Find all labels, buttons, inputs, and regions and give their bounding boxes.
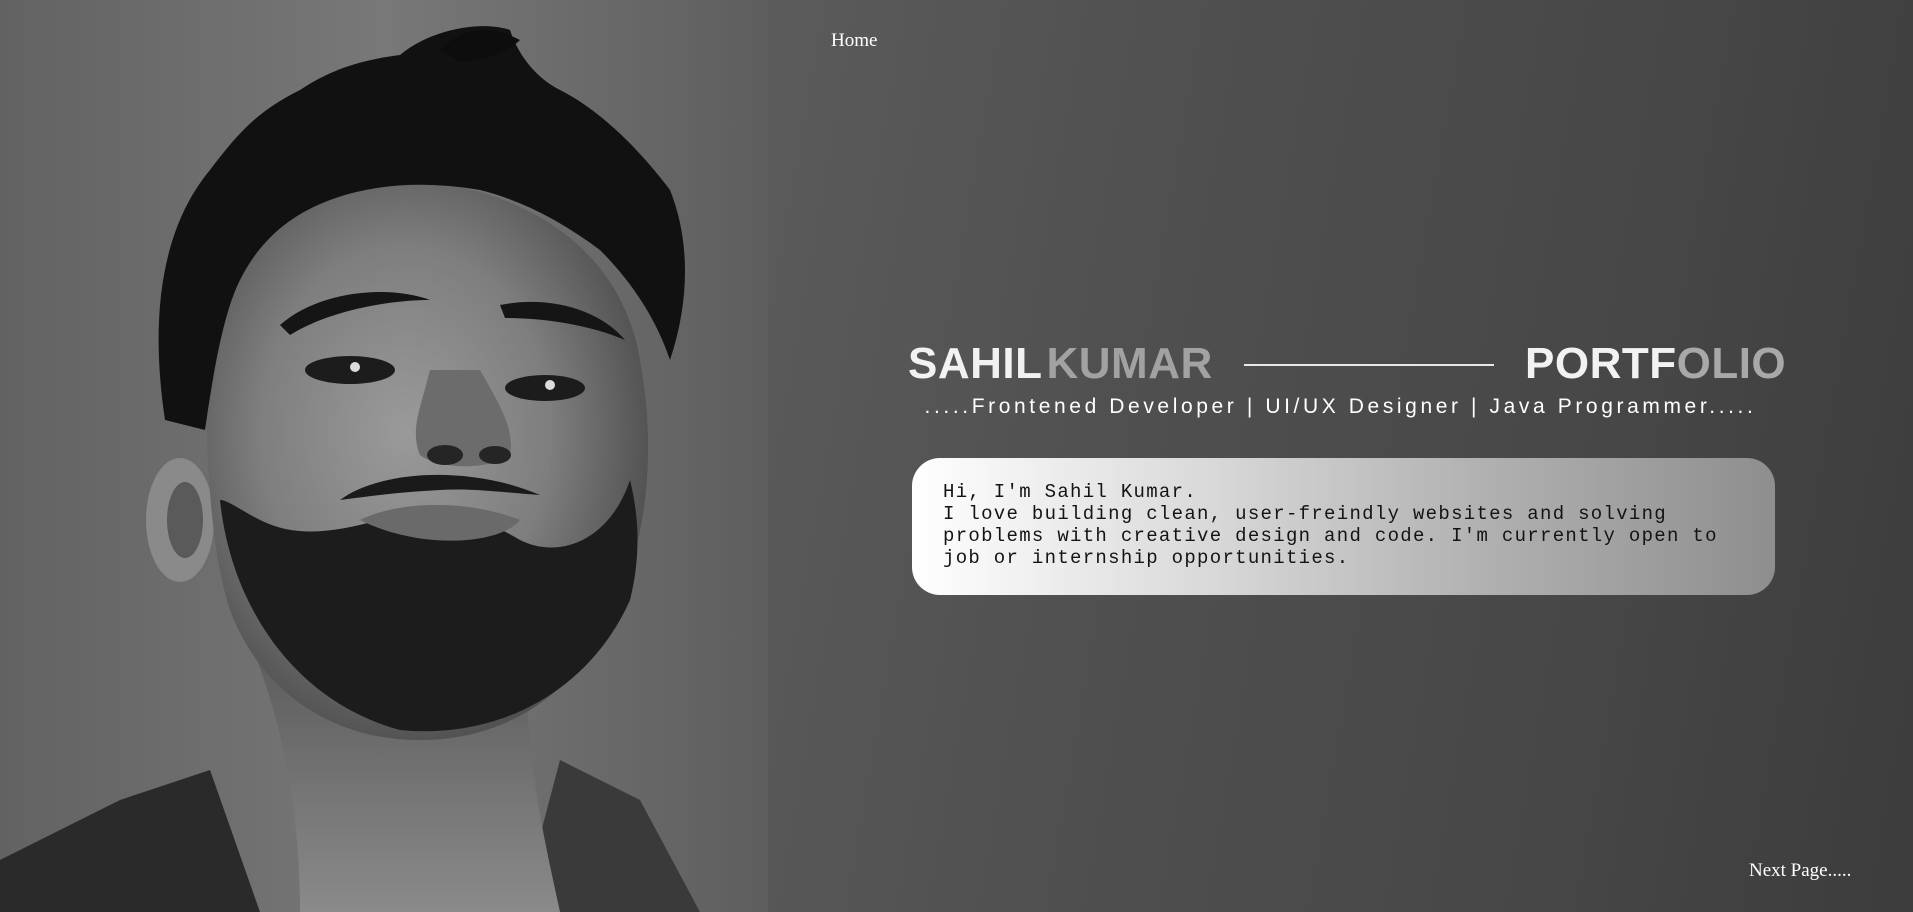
profile-photo [0, 0, 768, 912]
title-divider [1244, 364, 1494, 366]
portfolio-part1: PORTF [1525, 339, 1677, 388]
hero-section: Home SAHIL KUMAR PORTFOLIO .....Frontene… [768, 0, 1913, 912]
portfolio-page: Home SAHIL KUMAR PORTFOLIO .....Frontene… [0, 0, 1913, 912]
first-name: SAHIL [908, 339, 1043, 388]
next-page-link[interactable]: Next Page..... [1749, 860, 1851, 882]
hero-title: SAHIL KUMAR PORTFOLIO [908, 336, 1808, 392]
portfolio-heading: PORTFOLIO [1525, 336, 1786, 392]
portrait-photo-illustration [0, 0, 768, 912]
intro-text: Hi, I'm Sahil Kumar. I love building cle… [943, 481, 1718, 569]
portfolio-part2: OLIO [1676, 339, 1787, 388]
hero-name: SAHIL KUMAR [908, 336, 1213, 392]
nav-home-link[interactable]: Home [831, 30, 877, 52]
intro-card: Hi, I'm Sahil Kumar. I love building cle… [912, 458, 1775, 595]
last-name: KUMAR [1046, 339, 1213, 388]
hero-subtitle: .....Frontened Developer | UI/UX Designe… [924, 395, 1757, 418]
